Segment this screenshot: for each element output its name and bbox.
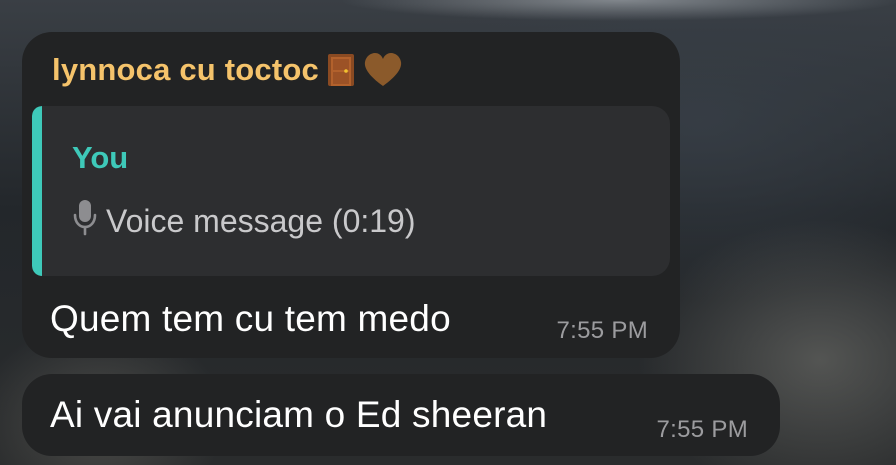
- reply-accent-bar: [32, 106, 42, 276]
- message-timestamp: 7:55 PM: [556, 317, 648, 344]
- microphone-icon: [72, 198, 98, 244]
- message-text: Quem tem cu tem medo: [50, 298, 451, 339]
- reply-preview[interactable]: You Voice message (0:19): [32, 106, 670, 276]
- sender-name[interactable]: lynnoca cu toctoc: [52, 52, 403, 88]
- door-icon: [327, 53, 355, 87]
- brown-heart-icon: [363, 52, 403, 88]
- message-bubble[interactable]: Ai vai anunciam o Ed sheeran 7:55 PM: [22, 374, 780, 456]
- message-bubble[interactable]: lynnoca cu toctoc You Voice message (0:1…: [22, 32, 680, 358]
- reply-author: You: [72, 140, 129, 175]
- sender-name-label: lynnoca cu toctoc: [52, 52, 319, 87]
- message-timestamp: 7:55 PM: [656, 416, 748, 443]
- reply-text-label: Voice message (0:19): [106, 202, 416, 239]
- message-text: Ai vai anunciam o Ed sheeran: [50, 394, 548, 435]
- reply-content: Voice message (0:19): [72, 198, 416, 244]
